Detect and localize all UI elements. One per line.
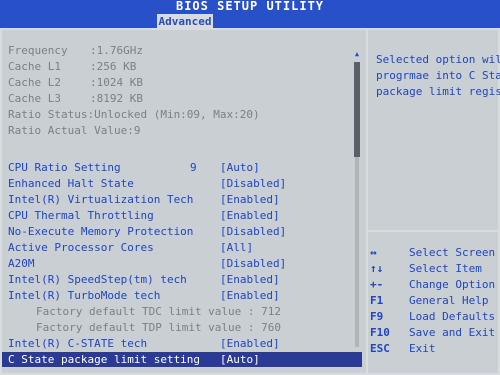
setting-label: Active Processor Cores bbox=[8, 241, 154, 254]
key-description: Select Screen bbox=[409, 246, 496, 259]
setting-label: Intel(R) C-STATE tech bbox=[8, 337, 148, 350]
help-line: package limit regis bbox=[376, 85, 500, 98]
setting-label: Enhanced Halt State bbox=[8, 177, 134, 190]
setting-c-state-package-limit[interactable]: C State package limit setting [Auto] bbox=[2, 352, 362, 367]
setting-speedstep[interactable]: Intel(R) SpeedStep(tm) tech [Enabled] bbox=[8, 272, 353, 287]
scroll-thumb[interactable] bbox=[354, 62, 360, 157]
setting-turbomode[interactable]: Intel(R) TurboMode tech [Enabled] bbox=[8, 288, 353, 303]
info-label: Frequency bbox=[8, 44, 68, 57]
left-right-arrow-icon: ↔ bbox=[370, 246, 377, 259]
setting-label: No-Execute Memory Protection bbox=[8, 225, 194, 238]
factory-tdp-limit: Factory default TDP limit value : 760 bbox=[36, 321, 282, 334]
key-label: +- bbox=[370, 278, 384, 291]
help-divider bbox=[368, 230, 500, 232]
key-description: Save and Exit bbox=[409, 326, 496, 339]
setting-value[interactable]: [Enabled] bbox=[220, 208, 280, 223]
setting-number: 9 bbox=[190, 161, 197, 174]
info-ratio-status: Ratio Status:Unlocked (Min:09, Max:20) bbox=[8, 107, 260, 122]
setting-virtualization[interactable]: Intel(R) Virtualization Tech [Enabled] bbox=[8, 192, 353, 207]
setting-label: A20M bbox=[8, 257, 35, 270]
setting-cpu-ratio[interactable]: CPU Ratio Setting 9 [Auto] bbox=[8, 160, 353, 175]
setting-label: CPU Thermal Throttling bbox=[8, 209, 154, 222]
setting-label: Intel(R) SpeedStep(tm) tech bbox=[8, 273, 187, 286]
info-cache-l2: Cache L2 :1024 KB bbox=[8, 75, 143, 90]
setting-enhanced-halt[interactable]: Enhanced Halt State [Disabled] bbox=[8, 176, 353, 191]
key-description: Change Option bbox=[409, 278, 496, 291]
setting-label: C State package limit setting bbox=[8, 353, 201, 366]
info-frequency: Frequency :1.76GHz bbox=[8, 43, 143, 58]
info-value: :8192 KB bbox=[90, 92, 143, 105]
setting-c-state[interactable]: Intel(R) C-STATE tech [Enabled] bbox=[8, 336, 353, 351]
setting-value[interactable]: [Enabled] bbox=[220, 192, 280, 207]
info-value: :1024 KB bbox=[90, 76, 143, 89]
info-value: :1.76GHz bbox=[90, 44, 143, 57]
help-line: Selected option wil bbox=[376, 53, 500, 66]
setting-label: Intel(R) TurboMode tech bbox=[8, 289, 161, 302]
app-title: BIOS SETUP UTILITY bbox=[175, 0, 325, 13]
key-description: Select Item bbox=[409, 262, 482, 275]
info-cache-l3: Cache L3 :8192 KB bbox=[8, 91, 143, 106]
key-description: Load Defaults bbox=[409, 310, 496, 323]
key-label: F1 bbox=[370, 294, 384, 307]
up-down-arrow-icon: ↑↓ bbox=[370, 262, 384, 275]
tab-advanced[interactable]: Advanced bbox=[157, 14, 213, 29]
info-label: Cache L1 bbox=[8, 60, 61, 73]
key-label: F10 bbox=[370, 326, 390, 339]
key-label: ESC bbox=[370, 342, 390, 355]
setting-value[interactable]: [Enabled] bbox=[220, 336, 280, 351]
setting-value[interactable]: [Enabled] bbox=[220, 272, 280, 287]
title-bar: BIOS SETUP UTILITY Advanced bbox=[0, 0, 500, 29]
info-label: Cache L3 bbox=[8, 92, 61, 105]
setting-thermal-throttling[interactable]: CPU Thermal Throttling [Enabled] bbox=[8, 208, 353, 223]
setting-value[interactable]: [Auto] bbox=[220, 352, 260, 367]
setting-no-execute[interactable]: No-Execute Memory Protection [Disabled] bbox=[8, 224, 353, 239]
setting-value[interactable]: [All] bbox=[220, 240, 253, 255]
setting-value[interactable]: [Disabled] bbox=[220, 176, 286, 191]
setting-label: CPU Ratio Setting bbox=[8, 161, 121, 174]
info-label: Cache L2 bbox=[8, 76, 61, 89]
setting-value[interactable]: [Disabled] bbox=[220, 256, 286, 271]
help-text: Selected option wil progrmae into C Sta … bbox=[376, 52, 500, 100]
setting-label: Intel(R) Virtualization Tech bbox=[8, 193, 194, 206]
info-label: Ratio Actual Value:9 bbox=[8, 124, 141, 137]
key-description: General Help bbox=[409, 294, 489, 307]
help-line: progrmae into C Sta bbox=[376, 69, 500, 82]
key-description: Exit bbox=[409, 342, 436, 355]
info-ratio-actual: Ratio Actual Value:9 bbox=[8, 123, 140, 138]
setting-value[interactable]: [Auto] bbox=[220, 160, 260, 175]
setting-value[interactable]: [Disabled] bbox=[220, 224, 286, 239]
setting-a20m[interactable]: A20M [Disabled] bbox=[8, 256, 353, 271]
info-cache-l1: Cache L1 :256 KB bbox=[8, 59, 136, 74]
factory-tdc-limit: Factory default TDC limit value : 712 bbox=[36, 305, 282, 318]
info-value: :256 KB bbox=[90, 60, 137, 73]
info-label: Ratio Status:Unlocked (Min:09, Max:20) bbox=[8, 108, 260, 121]
key-label: F9 bbox=[370, 310, 384, 323]
scroll-up-arrow-icon[interactable]: ▲ bbox=[352, 50, 362, 58]
setting-value[interactable]: [Enabled] bbox=[220, 288, 280, 303]
scrollbar[interactable]: ▲ ▼ bbox=[352, 50, 362, 360]
setting-active-cores[interactable]: Active Processor Cores [All] bbox=[8, 240, 353, 255]
